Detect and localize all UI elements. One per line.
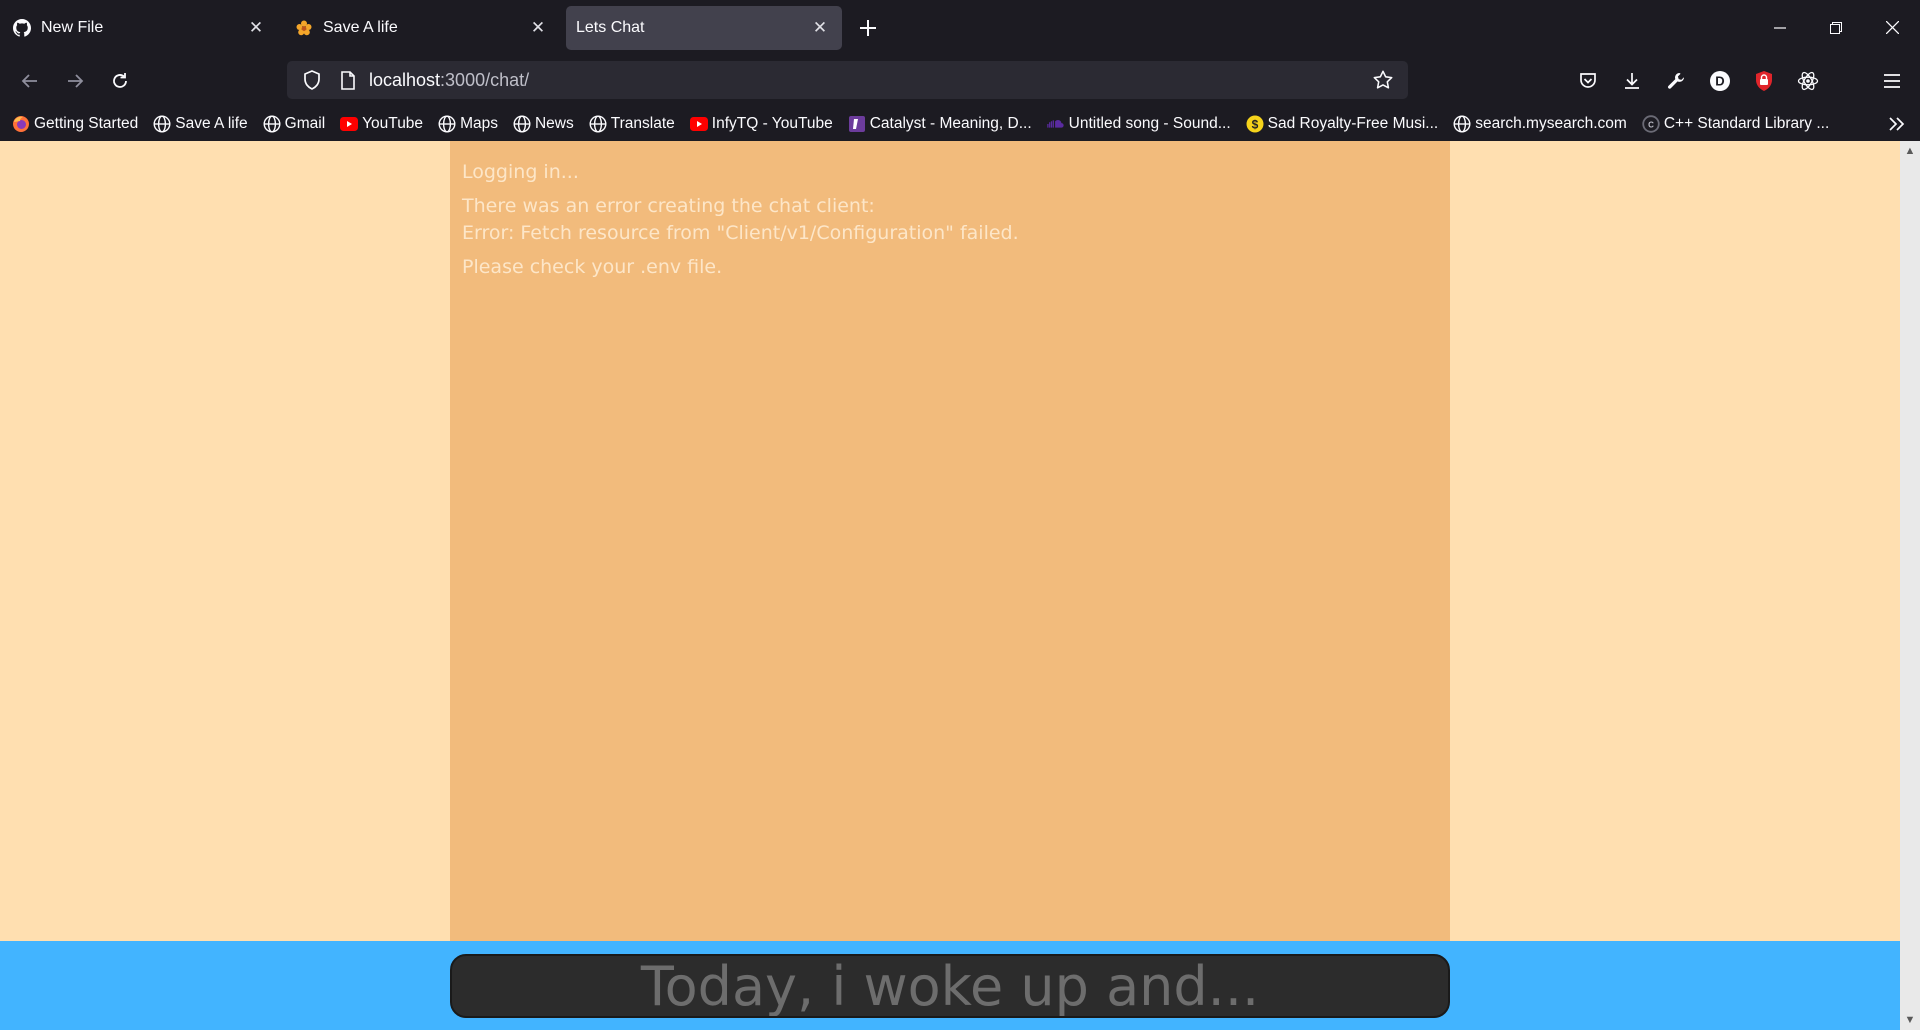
close-tab-icon[interactable]: ✕ <box>526 16 550 40</box>
globe-icon <box>513 114 531 133</box>
cpp-icon: C <box>1642 114 1660 133</box>
catalyst-icon <box>848 115 866 133</box>
close-tab-icon[interactable]: ✕ <box>808 16 832 40</box>
bookmark-item[interactable]: InfyTQ - YouTube <box>689 114 833 133</box>
svg-text:$: $ <box>1251 117 1258 131</box>
bookmark-label: Getting Started <box>34 114 139 132</box>
bookmark-item[interactable]: Untitled song - Sound... <box>1046 114 1231 133</box>
error-message: There was an error creating the chat cli… <box>462 195 875 217</box>
navigation-bar: localhost:3000/chat/ D <box>0 55 1920 106</box>
bookmark-label: search.mysearch.com <box>1475 114 1627 132</box>
svg-text:D: D <box>1715 73 1724 88</box>
chat-panel: Logging in... There was an error creatin… <box>450 141 1450 941</box>
tab-new-file[interactable]: New File ✕ <box>2 6 278 50</box>
bookmark-item[interactable]: Gmail <box>263 115 325 133</box>
bookmark-item[interactable]: search.mysearch.com <box>1453 115 1627 133</box>
composer-bar <box>0 941 1900 1030</box>
minimize-icon[interactable] <box>1752 0 1808 55</box>
url-bar[interactable]: localhost:3000/chat/ <box>287 61 1408 99</box>
bookmark-item[interactable]: Catalyst - Meaning, D... <box>848 115 1032 133</box>
shield-icon[interactable] <box>297 65 327 95</box>
bookmark-item[interactable]: Translate <box>589 115 675 133</box>
pocket-icon[interactable] <box>1566 63 1610 99</box>
url-path: :3000/chat/ <box>440 69 530 90</box>
bookmark-label: YouTube <box>362 114 424 132</box>
globe-icon <box>589 114 607 133</box>
close-tab-icon[interactable]: ✕ <box>244 16 268 40</box>
message-input[interactable] <box>450 954 1450 1018</box>
bookmark-label: Sad Royalty-Free Musi... <box>1267 114 1439 132</box>
reload-icon[interactable] <box>102 63 138 99</box>
github-icon <box>12 18 32 38</box>
scroll-down-icon[interactable]: ▼ <box>1900 1010 1920 1030</box>
bookmark-item[interactable]: Maps <box>438 115 498 133</box>
bookmark-label: InfyTQ - YouTube <box>711 114 833 132</box>
bookmark-label: Translate <box>610 114 675 132</box>
close-window-icon[interactable] <box>1864 0 1920 55</box>
globe-icon <box>1453 114 1471 133</box>
bookmark-item[interactable]: News <box>513 115 574 133</box>
page-content: Logging in... There was an error creatin… <box>0 141 1900 1030</box>
hamburger-menu-icon[interactable] <box>1870 63 1914 99</box>
tab-lets-chat[interactable]: Lets Chat ✕ <box>566 5 842 50</box>
tab-strip: New File ✕ Save A life ✕ Lets Chat ✕ <box>0 0 1920 55</box>
bookmark-item[interactable]: Save A life <box>153 114 248 133</box>
firefox-icon <box>12 115 30 133</box>
soundcloud-icon <box>1046 115 1065 133</box>
status-message: Logging in... <box>462 161 579 183</box>
tab-save-a-life[interactable]: Save A life ✕ <box>284 6 560 50</box>
wrench-icon[interactable] <box>1654 63 1698 99</box>
error-hint: Please check your .env file. <box>462 256 723 278</box>
bookmarks-bar: Getting Started Save A life Gmail YouTub… <box>0 106 1920 141</box>
lock-extension-icon[interactable] <box>1742 63 1786 99</box>
error-detail: Error: Fetch resource from "Client/v1/Co… <box>462 222 1019 244</box>
globe-icon <box>438 114 456 133</box>
globe-icon <box>263 114 281 133</box>
bookmark-label: C++ Standard Library ... <box>1663 114 1830 132</box>
restore-icon[interactable] <box>1808 0 1864 55</box>
globe-icon <box>153 114 171 133</box>
dollar-coin-icon: $ <box>1246 115 1264 133</box>
browser-chrome: New File ✕ Save A life ✕ Lets Chat ✕ loc… <box>0 0 1920 141</box>
tab-title: Lets Chat <box>576 18 645 36</box>
bookmark-item[interactable]: $ Sad Royalty-Free Musi... <box>1246 114 1439 133</box>
bookmark-label: Gmail <box>284 114 326 132</box>
bookmark-label: Maps <box>460 114 498 132</box>
flower-icon <box>294 18 314 38</box>
chevron-double-right-icon[interactable] <box>1884 111 1910 137</box>
toolbar-icons: D <box>1566 55 1920 106</box>
youtube-icon <box>689 115 708 133</box>
new-tab-plus-icon[interactable] <box>850 10 886 46</box>
window-controls <box>1752 0 1920 55</box>
tab-title: New File <box>41 18 104 36</box>
url-host: localhost <box>369 69 441 90</box>
react-devtools-icon[interactable] <box>1786 63 1830 99</box>
bookmark-item[interactable]: C C++ Standard Library ... <box>1642 115 1829 133</box>
bookmark-label: Catalyst - Meaning, D... <box>869 114 1032 132</box>
bookmark-label: Save A life <box>175 114 248 132</box>
tab-title: Save A life <box>323 18 398 36</box>
scroll-up-icon[interactable]: ▲ <box>1900 141 1920 161</box>
bookmark-label: Untitled song - Sound... <box>1068 114 1231 132</box>
bookmark-item[interactable]: YouTube <box>340 115 423 133</box>
svg-text:C: C <box>1648 120 1654 129</box>
bookmark-item[interactable]: Getting Started <box>12 115 138 133</box>
youtube-icon <box>340 115 359 133</box>
download-icon[interactable] <box>1610 63 1654 99</box>
bookmark-label: News <box>534 114 574 132</box>
bookmark-star-icon[interactable] <box>1368 65 1398 95</box>
account-d-icon[interactable]: D <box>1698 63 1742 99</box>
page-icon[interactable] <box>333 65 363 95</box>
vertical-scrollbar[interactable]: ▲ ▼ <box>1900 141 1920 1030</box>
back-arrow-icon[interactable] <box>12 63 48 99</box>
forward-arrow-icon[interactable] <box>57 63 93 99</box>
